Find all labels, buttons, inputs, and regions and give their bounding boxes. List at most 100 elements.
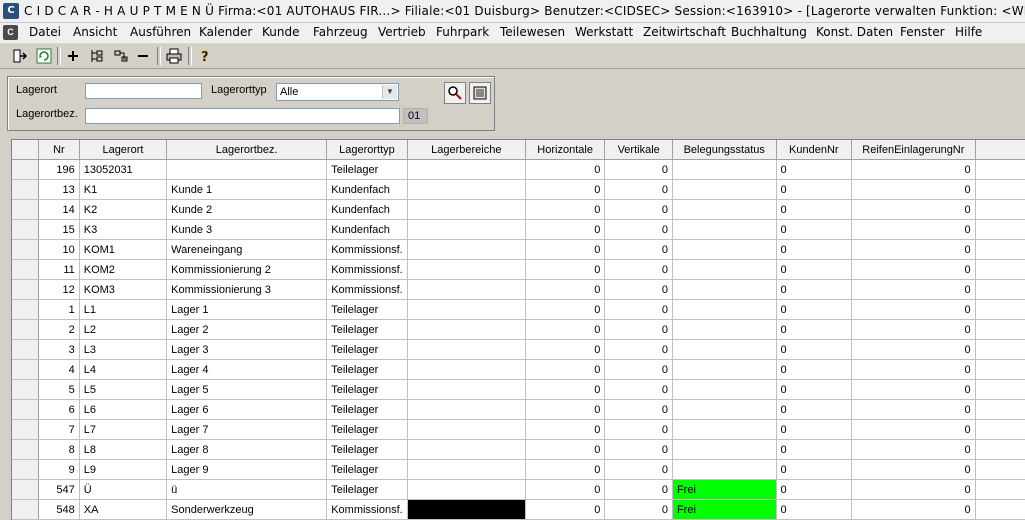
cell-filler[interactable] xyxy=(975,459,1025,480)
cell-lagerortbez[interactable]: Lager 7 xyxy=(166,419,328,440)
column-header-nr[interactable]: Nr xyxy=(38,140,80,160)
cell-belegungsstatus[interactable] xyxy=(672,439,777,460)
cell-nr[interactable]: 7 xyxy=(38,419,80,440)
table-row[interactable]: 196 13052031 Teilelager 0 0 0 0 xyxy=(12,159,1025,180)
cell-belegungsstatus[interactable] xyxy=(672,259,777,280)
row-selector[interactable] xyxy=(12,279,39,300)
cell-filler[interactable] xyxy=(975,159,1025,180)
cell-lagerort[interactable]: K3 xyxy=(79,219,168,240)
tree-collapse-icon[interactable] xyxy=(111,46,130,65)
cell-horizontale[interactable]: 0 xyxy=(525,399,606,420)
cell-filler[interactable] xyxy=(975,379,1025,400)
row-selector[interactable] xyxy=(12,339,39,360)
table-row[interactable]: 1 L1 Lager 1 Teilelager 0 0 0 0 xyxy=(12,299,1025,320)
cell-vertikale[interactable]: 0 xyxy=(604,499,673,520)
cell-horizontale[interactable]: 0 xyxy=(525,419,606,440)
row-selector[interactable] xyxy=(12,219,39,240)
cell-reifeneinlagerungnr[interactable]: 0 xyxy=(851,239,976,260)
cell-lagerbereiche[interactable] xyxy=(407,379,526,400)
print-icon[interactable] xyxy=(164,46,183,65)
row-selector[interactable] xyxy=(12,299,39,320)
cell-nr[interactable]: 547 xyxy=(38,479,80,500)
menu-konst-daten[interactable]: Konst. Daten xyxy=(816,25,893,39)
cell-lagerorttyp[interactable]: Kommissionsf. xyxy=(326,259,408,280)
cell-kundennr[interactable]: 0 xyxy=(776,459,853,480)
column-header-vertikale[interactable]: Vertikale xyxy=(604,140,673,160)
row-selector[interactable] xyxy=(12,399,39,420)
menu-teilewesen[interactable]: Teilewesen xyxy=(500,25,565,39)
cell-lagerorttyp[interactable]: Teilelager xyxy=(326,419,408,440)
cell-lagerbereiche[interactable] xyxy=(407,319,526,340)
cell-lagerbereiche[interactable] xyxy=(407,279,526,300)
cell-reifeneinlagerungnr[interactable]: 0 xyxy=(851,459,976,480)
cell-belegungsstatus[interactable] xyxy=(672,419,777,440)
cell-lagerbereiche[interactable] xyxy=(407,359,526,380)
menu-zeitwirtschaft[interactable]: Zeitwirtschaft xyxy=(643,25,726,39)
cell-kundennr[interactable]: 0 xyxy=(776,379,853,400)
table-row[interactable]: 9 L9 Lager 9 Teilelager 0 0 0 0 xyxy=(12,459,1025,480)
cell-lagerort[interactable]: KOM2 xyxy=(79,259,168,280)
lagerort-input[interactable] xyxy=(85,83,202,99)
table-row[interactable]: 12 KOM3 Kommissionierung 3 Kommissionsf. 0 0 0… xyxy=(12,279,1025,300)
cell-vertikale[interactable]: 0 xyxy=(604,459,673,480)
cell-vertikale[interactable]: 0 xyxy=(604,339,673,360)
cell-reifeneinlagerungnr[interactable]: 0 xyxy=(851,479,976,500)
cell-nr[interactable]: 13 xyxy=(38,179,80,200)
cell-nr[interactable]: 9 xyxy=(38,459,80,480)
cell-vertikale[interactable]: 0 xyxy=(604,419,673,440)
cell-reifeneinlagerungnr[interactable]: 0 xyxy=(851,159,976,180)
cell-lagerorttyp[interactable]: Teilelager xyxy=(326,459,408,480)
cell-reifeneinlagerungnr[interactable]: 0 xyxy=(851,259,976,280)
cell-lagerortbez[interactable]: Kunde 3 xyxy=(166,219,328,240)
cell-kundennr[interactable]: 0 xyxy=(776,239,853,260)
exit-icon[interactable] xyxy=(10,46,29,65)
cell-reifeneinlagerungnr[interactable]: 0 xyxy=(851,399,976,420)
cell-lagerorttyp[interactable]: Kundenfach xyxy=(326,179,408,200)
cell-vertikale[interactable]: 0 xyxy=(604,219,673,240)
cell-lagerortbez[interactable]: ü xyxy=(166,479,328,500)
menu-werkstatt[interactable]: Werkstatt xyxy=(575,25,633,39)
cell-lagerortbez[interactable]: Lager 1 xyxy=(166,299,328,320)
cell-kundennr[interactable]: 0 xyxy=(776,259,853,280)
table-row[interactable]: 14 K2 Kunde 2 Kundenfach 0 0 0 0 xyxy=(12,199,1025,220)
column-header-kundennr[interactable]: KundenNr xyxy=(776,140,853,160)
cell-lagerort[interactable]: L1 xyxy=(79,299,168,320)
cell-belegungsstatus[interactable] xyxy=(672,319,777,340)
cell-kundennr[interactable]: 0 xyxy=(776,499,853,520)
cell-horizontale[interactable]: 0 xyxy=(525,179,606,200)
cell-lagerorttyp[interactable]: Kommissionsf. xyxy=(326,499,408,520)
cell-reifeneinlagerungnr[interactable]: 0 xyxy=(851,179,976,200)
table-row[interactable]: 13 K1 Kunde 1 Kundenfach 0 0 0 0 xyxy=(12,179,1025,200)
cell-filler[interactable] xyxy=(975,179,1025,200)
cell-lagerbereiche[interactable] xyxy=(407,499,526,520)
cell-lagerortbez[interactable]: Lager 9 xyxy=(166,459,328,480)
cell-lagerort[interactable]: L8 xyxy=(79,439,168,460)
cell-horizontale[interactable]: 0 xyxy=(525,279,606,300)
cell-reifeneinlagerungnr[interactable]: 0 xyxy=(851,339,976,360)
cell-lagerorttyp[interactable]: Kundenfach xyxy=(326,199,408,220)
cell-vertikale[interactable]: 0 xyxy=(604,179,673,200)
cell-vertikale[interactable]: 0 xyxy=(604,279,673,300)
cell-horizontale[interactable]: 0 xyxy=(525,259,606,280)
cell-vertikale[interactable]: 0 xyxy=(604,259,673,280)
cell-filler[interactable] xyxy=(975,299,1025,320)
cell-lagerorttyp[interactable]: Teilelager xyxy=(326,319,408,340)
cell-lagerortbez[interactable]: Lager 8 xyxy=(166,439,328,460)
cell-vertikale[interactable]: 0 xyxy=(604,479,673,500)
cell-kundennr[interactable]: 0 xyxy=(776,179,853,200)
cell-lagerort[interactable]: L9 xyxy=(79,459,168,480)
cell-lagerortbez[interactable]: Lager 5 xyxy=(166,379,328,400)
menu-vertrieb[interactable]: Vertrieb xyxy=(378,25,426,39)
cell-horizontale[interactable]: 0 xyxy=(525,479,606,500)
cell-lagerorttyp[interactable]: Kommissionsf. xyxy=(326,239,408,260)
cell-nr[interactable]: 6 xyxy=(38,399,80,420)
cell-lagerortbez[interactable]: Lager 3 xyxy=(166,339,328,360)
cell-belegungsstatus[interactable] xyxy=(672,359,777,380)
cell-horizontale[interactable]: 0 xyxy=(525,359,606,380)
cell-belegungsstatus[interactable] xyxy=(672,399,777,420)
column-header-belegungsstatus[interactable]: Belegungsstatus xyxy=(672,140,777,160)
cell-lagerorttyp[interactable]: Kundenfach xyxy=(326,219,408,240)
cell-reifeneinlagerungnr[interactable]: 0 xyxy=(851,499,976,520)
cell-belegungsstatus[interactable] xyxy=(672,279,777,300)
cell-lagerbereiche[interactable] xyxy=(407,159,526,180)
